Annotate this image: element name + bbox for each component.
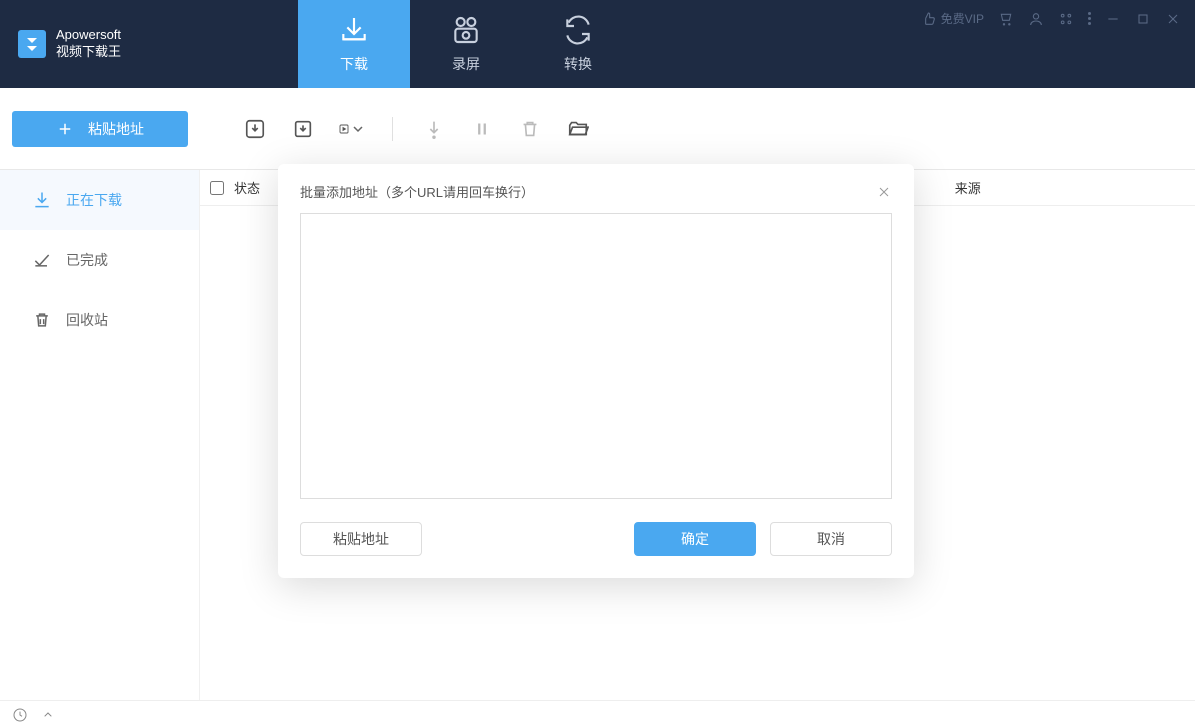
tab-convert-label: 转换 [564,54,592,74]
header-controls: 免费VIP [921,10,1181,27]
batch-download-button[interactable] [242,116,268,142]
completed-icon [32,250,52,270]
dialog-close-icon[interactable] [876,184,892,200]
toolbar-icons [242,116,591,142]
app-name-text: 视频下载王 [56,44,121,61]
vip-button[interactable]: 免费VIP [921,10,984,27]
clock-icon[interactable] [12,707,28,723]
chevron-up-icon[interactable] [40,707,56,723]
dialog-paste-button[interactable]: 粘贴地址 [300,522,422,556]
logo-area: Apowersoft 视频下载王 [0,0,298,88]
sidebar-item-completed[interactable]: 已完成 [0,230,199,290]
dialog-cancel-button[interactable]: 取消 [770,522,892,556]
app-title: Apowersoft 视频下载王 [56,27,121,61]
select-all-checkbox[interactable] [210,181,224,195]
sidebar-item-label: 已完成 [66,250,108,270]
tab-convert[interactable]: 转换 [522,0,634,88]
format-dropdown[interactable] [338,116,364,142]
sidebar-item-downloading[interactable]: 正在下载 [0,170,199,230]
dialog-header: 批量添加地址（多个URL请用回车换行） [300,182,892,201]
tab-download-label: 下载 [340,54,368,74]
vip-label: 免费VIP [941,10,984,27]
chevron-down-icon [352,118,364,140]
status-bar [0,700,1195,728]
sidebar: 正在下载 已完成 回收站 [0,170,200,700]
delete-button[interactable] [517,116,543,142]
toolbar: 粘贴地址 [0,88,1195,170]
batch-add-dialog: 批量添加地址（多个URL请用回车换行） 粘贴地址 确定 取消 [278,164,914,578]
downloading-icon [32,190,52,210]
convert-icon [562,14,594,46]
paste-url-button[interactable]: 粘贴地址 [12,111,188,147]
maximize-icon[interactable] [1135,11,1151,27]
dialog-title: 批量添加地址（多个URL请用回车换行） [300,182,534,201]
url-input-textarea[interactable] [300,213,892,499]
dialog-footer: 粘贴地址 确定 取消 [300,522,892,556]
download-icon [338,14,370,46]
user-icon[interactable] [1028,11,1044,27]
tab-record[interactable]: 录屏 [410,0,522,88]
brand-text: Apowersoft [56,27,121,44]
close-icon[interactable] [1165,11,1181,27]
main-tabs: 下载 录屏 转换 [298,0,634,88]
sidebar-item-trash[interactable]: 回收站 [0,290,199,350]
apps-icon[interactable] [1058,11,1074,27]
record-icon [450,14,482,46]
single-download-button[interactable] [290,116,316,142]
select-all-cell [200,181,234,195]
col-source: 来源 [955,178,1195,197]
minimize-icon[interactable] [1105,11,1121,27]
app-logo-icon [18,30,46,58]
dialog-ok-button[interactable]: 确定 [634,522,756,556]
thumbs-up-icon [921,11,937,27]
app-header: Apowersoft 视频下载王 下载 录屏 转换 免费VIP [0,0,1195,88]
trash-icon [32,310,52,330]
pause-button[interactable] [469,116,495,142]
separator [392,117,393,141]
plus-icon [56,120,74,138]
tab-download[interactable]: 下载 [298,0,410,88]
more-menu-icon[interactable] [1088,12,1091,25]
cart-icon[interactable] [998,11,1014,27]
tab-record-label: 录屏 [452,54,480,74]
sidebar-item-label: 回收站 [66,310,108,330]
open-folder-button[interactable] [565,116,591,142]
paste-url-label: 粘贴地址 [88,119,144,139]
sidebar-item-label: 正在下载 [66,190,122,210]
start-button[interactable] [421,116,447,142]
